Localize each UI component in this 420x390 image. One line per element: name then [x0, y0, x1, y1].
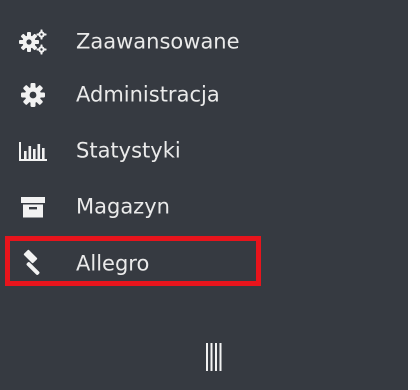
admin-sidebar: Zaawansowane Administracja Statystyki Ma… — [0, 0, 408, 390]
bar-chart-icon — [18, 136, 48, 166]
collapse-sidebar-toggle[interactable] — [205, 342, 225, 372]
gavel-icon — [18, 249, 48, 279]
sidebar-item-administracja[interactable]: Administracja — [0, 67, 408, 123]
sidebar-item-statystyki[interactable]: Statystyki — [0, 123, 408, 179]
archive-box-icon — [18, 192, 48, 222]
sidebar-item-magazyn[interactable]: Magazyn — [0, 179, 408, 235]
gears-icon — [18, 27, 48, 57]
sidebar-item-allegro[interactable]: Allegro — [0, 236, 408, 292]
sidebar-item-label: Magazyn — [76, 194, 170, 219]
sidebar-item-label: Administracja — [76, 82, 220, 107]
gear-icon — [18, 80, 48, 110]
sidebar-item-label: Zaawansowane — [76, 29, 240, 54]
sidebar-item-label: Statystyki — [76, 138, 181, 163]
sidebar-item-zaawansowane[interactable]: Zaawansowane — [0, 14, 408, 70]
collapse-bars-icon — [205, 342, 225, 372]
sidebar-item-label: Allegro — [76, 251, 150, 276]
